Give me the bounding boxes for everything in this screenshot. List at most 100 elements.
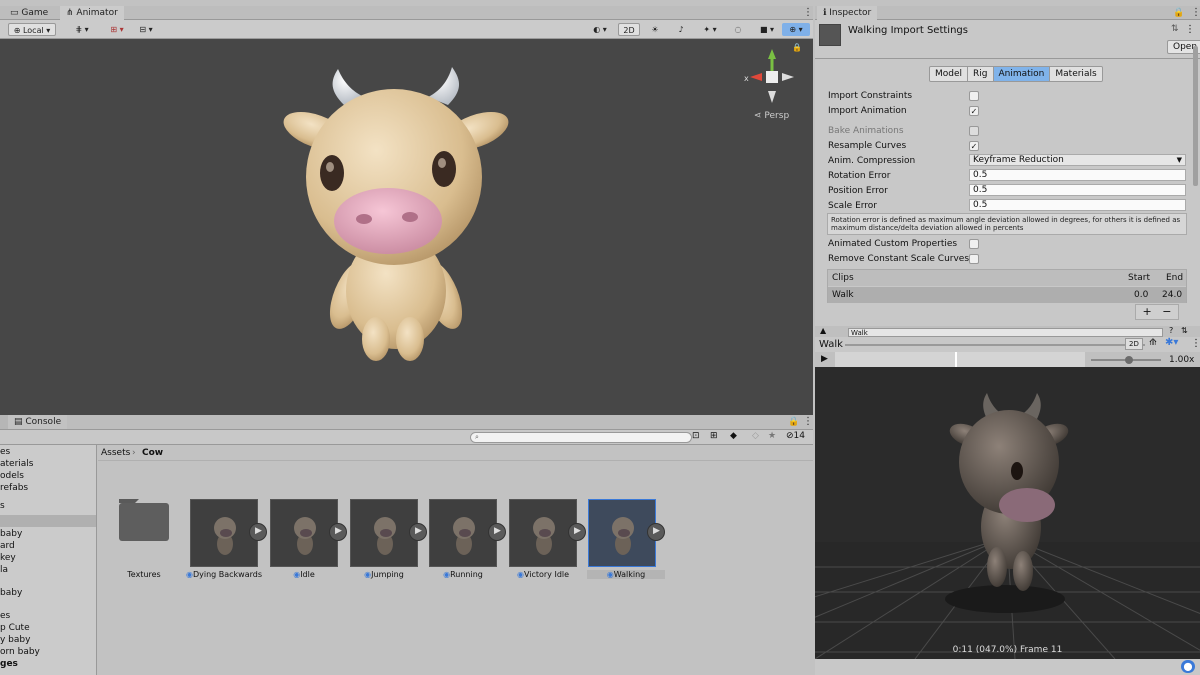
hidden-packages-icon[interactable]: ⊘14 (786, 431, 805, 441)
tab-console[interactable]: ▤ Console (8, 415, 68, 429)
filter-label-icon[interactable]: ◆ (730, 431, 737, 441)
filter-type-icon[interactable]: ⊞ (710, 431, 718, 441)
scene-viewport[interactable]: x ⋖ Persp 🔒 (0, 39, 813, 415)
projection-label[interactable]: ⋖ Persp (754, 111, 789, 121)
audio-icon[interactable]: ♪ (674, 23, 688, 36)
timeline-track[interactable] (835, 352, 1085, 367)
grid-snap-icon[interactable]: ⋕ ▾ (64, 23, 100, 36)
tree-item[interactable]: ard (0, 541, 15, 551)
tree-item[interactable]: orn baby (0, 647, 40, 657)
visibility-icon[interactable]: ◌ (730, 23, 746, 36)
inspector-menu-icon[interactable]: ⋮ (1185, 6, 1200, 20)
subtab-materials[interactable]: Materials (1050, 67, 1102, 81)
tree-selected-row[interactable] (0, 515, 96, 527)
asset-thumbnail-victory[interactable] (509, 499, 577, 567)
tree-item[interactable]: ges (0, 659, 18, 669)
clips-header: Clips Start End (828, 270, 1186, 286)
asset-name: Idle (300, 570, 315, 579)
preview-menu-icon[interactable]: ⋮ (1191, 338, 1200, 349)
remove-constant-scale-checkbox[interactable] (969, 254, 979, 264)
camera-icon[interactable]: ■ ▾ (756, 23, 778, 36)
tree-item[interactable]: baby (0, 588, 22, 598)
orientation-gizmo[interactable]: x ⋖ Persp (740, 47, 800, 121)
tree-item[interactable]: odels (0, 471, 24, 481)
save-search-icon[interactable]: ◇ (752, 431, 759, 441)
clip-name-field[interactable]: Walk (848, 328, 1163, 337)
snap-increment-icon[interactable]: ⊞ ▾ (104, 23, 130, 36)
project-toolbar: ⌕ ⊡ ⊞ ◆ ◇ ★ ⊘14 (0, 430, 813, 445)
gizmos-icon[interactable]: ⊕ ▾ (782, 23, 810, 36)
inspector-item-menu-icon[interactable]: ⋮ (1185, 24, 1195, 35)
breadcrumb-assets[interactable]: Assets (101, 448, 130, 458)
remove-clip-button[interactable]: − (1162, 305, 1171, 318)
tree-item[interactable]: s (0, 501, 5, 511)
search-type-icon[interactable]: ⊡ (692, 431, 700, 441)
handle-mode-dropdown[interactable]: ⊕ Local ▾ (8, 23, 56, 36)
folder-icon[interactable] (117, 495, 171, 543)
play-icon[interactable]: ▶ (647, 523, 665, 541)
play-icon[interactable]: ▶ (249, 523, 267, 541)
help-icon[interactable]: ? (1169, 326, 1173, 335)
favorite-icon[interactable]: ★ (768, 431, 776, 441)
subtab-rig[interactable]: Rig (968, 67, 994, 81)
lighting-icon[interactable]: ☀ (648, 23, 662, 36)
play-icon[interactable]: ▶ (329, 523, 347, 541)
asset-thumbnail-dying[interactable] (190, 499, 258, 567)
tab-inspector[interactable]: ℹ Inspector (817, 6, 878, 20)
inspector-scrollbar[interactable] (1193, 46, 1198, 186)
asset-thumbnail-running[interactable] (429, 499, 497, 567)
subtab-animation[interactable]: Animation (993, 67, 1051, 81)
add-clip-button[interactable]: + (1143, 305, 1152, 318)
pivot-icon[interactable]: ⟰ (1149, 338, 1157, 348)
tree-item[interactable]: es (0, 611, 10, 621)
scale-error-field[interactable]: 0.5 (969, 199, 1186, 211)
toggle-2d-button[interactable]: 2D (618, 23, 640, 36)
speed-slider-thumb[interactable] (1125, 356, 1133, 364)
effects-icon[interactable]: ✦ ▾ (698, 23, 722, 36)
tree-item[interactable]: la (0, 565, 8, 575)
clips-header-label: Clips (832, 273, 854, 283)
asset-label-icon[interactable]: ⬤ (1181, 660, 1195, 673)
tab-game[interactable]: ▭ Game (4, 6, 54, 20)
avatar-icon[interactable]: ✱▾ (1165, 337, 1178, 348)
clip-name: Walk (832, 290, 854, 300)
clip-row[interactable]: Walk 0.0 24.0 (828, 287, 1186, 303)
play-icon[interactable]: ▶ (409, 523, 427, 541)
asset-thumbnail-jumping[interactable] (350, 499, 418, 567)
clip-settings-icon[interactable]: ⇅ (1181, 326, 1188, 335)
tree-item[interactable]: key (0, 553, 16, 563)
lock-icon[interactable]: 🔒 (792, 43, 802, 52)
asset-thumbnail-walking[interactable] (588, 499, 656, 567)
settings-icon[interactable]: ⇅ (1171, 24, 1179, 34)
play-button[interactable]: ▶ (821, 354, 828, 364)
asset-thumbnail-idle[interactable] (270, 499, 338, 567)
resample-curves-label: Resample Curves (828, 141, 907, 151)
resample-curves-checkbox[interactable]: ✓ (969, 141, 979, 151)
tree-item[interactable]: aterials (0, 459, 34, 469)
tree-item[interactable]: y baby (0, 635, 30, 645)
subtab-model[interactable]: Model (930, 67, 969, 81)
preview-viewport[interactable]: 0:11 (047.0%) Frame 11 (815, 367, 1200, 659)
toggle-2d-label: 2D (623, 26, 635, 35)
import-animation-checkbox[interactable]: ✓ (969, 106, 979, 116)
play-icon[interactable]: ▶ (488, 523, 506, 541)
play-icon[interactable]: ▶ (568, 523, 586, 541)
tree-item[interactable]: p Cute (0, 623, 30, 633)
shading-mode-icon[interactable]: ◐ ▾ (588, 23, 612, 36)
preview-status: 0:11 (047.0%) Frame 11 (952, 645, 1063, 655)
import-constraints-checkbox[interactable] (969, 91, 979, 101)
tree-item[interactable]: refabs (0, 483, 28, 493)
preview-2d-button[interactable]: 2D (1125, 338, 1143, 350)
tree-item[interactable]: baby (0, 529, 22, 539)
position-error-field[interactable]: 0.5 (969, 184, 1186, 196)
breadcrumb-cow[interactable]: Cow (142, 448, 163, 458)
tab-animator[interactable]: ⋔ Animator (60, 6, 124, 20)
anim-compression-dropdown[interactable]: Keyframe Reduction ▼ (969, 154, 1186, 166)
align-icon[interactable]: ⊟ ▾ (134, 23, 158, 36)
animated-custom-properties-checkbox[interactable] (969, 239, 979, 249)
tree-item[interactable]: es (0, 447, 10, 457)
timeline-playhead[interactable] (955, 352, 957, 367)
project-search-input[interactable]: ⌕ (470, 432, 692, 443)
rotation-error-field[interactable]: 0.5 (969, 169, 1186, 181)
bottom-menu-icon[interactable]: ⋮ (797, 415, 819, 429)
